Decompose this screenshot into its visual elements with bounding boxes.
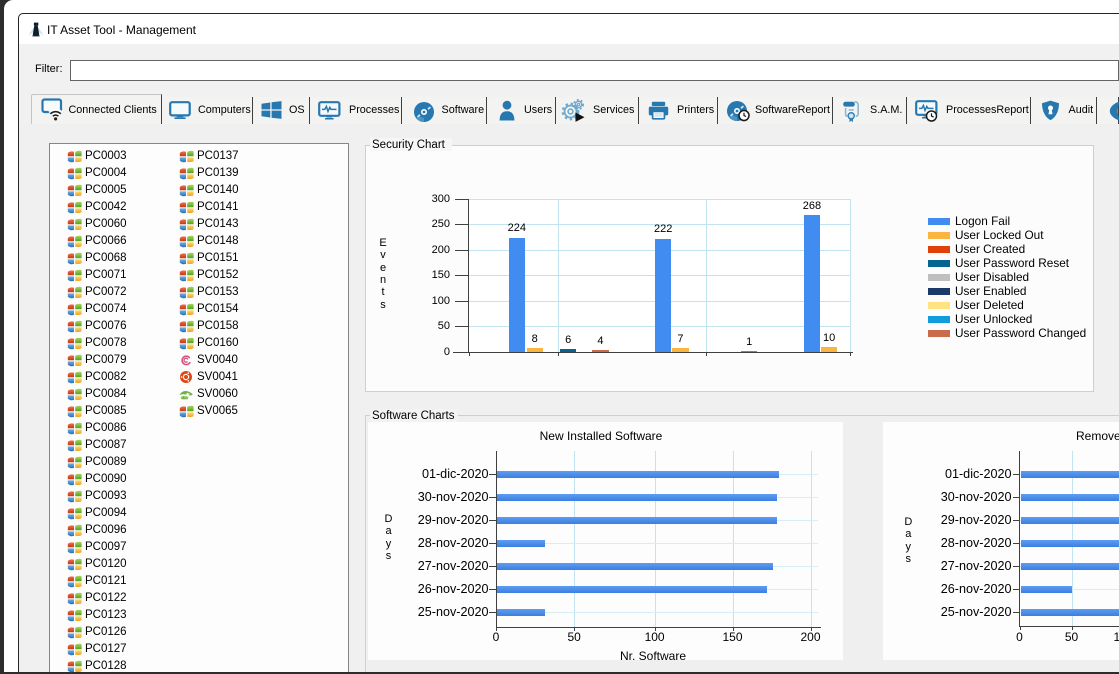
svg-text:SUSE: SUSE <box>181 396 189 400</box>
